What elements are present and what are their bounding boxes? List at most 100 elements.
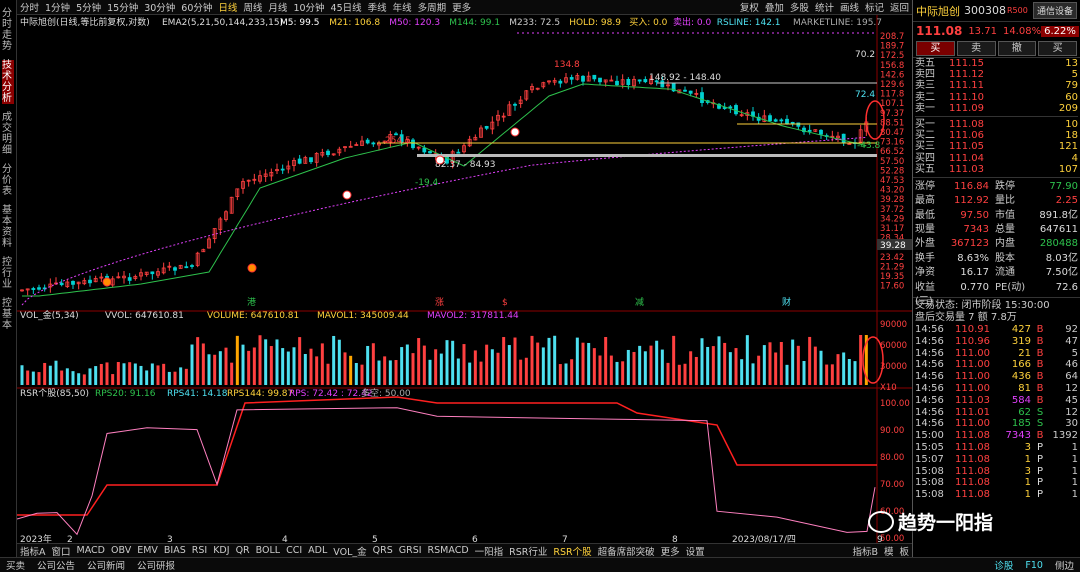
status-item-3[interactable]: 公司研报	[131, 558, 181, 572]
metric-row-1: 最高 112.92 量比 2.25	[913, 194, 1080, 208]
period-tab-14[interactable]: 更多	[449, 0, 474, 14]
tick-list[interactable]: 14:56 110.91 427 B 92 14:56 110.96 319 B 47 14:56 1…	[913, 324, 1080, 501]
rsr-axis-tick: 70.00	[880, 480, 904, 490]
indicator-tab-17[interactable]: RSR行业	[506, 544, 550, 558]
status-item-2[interactable]: 公司新闻	[81, 558, 131, 572]
indicator-tab-8[interactable]: QR	[233, 545, 253, 556]
period-tab-12[interactable]: 年线	[390, 0, 415, 14]
asks-row-3[interactable]: 卖二 111.10 60	[915, 92, 1078, 103]
indicator-tab-10[interactable]: CCI	[283, 545, 305, 556]
indicator-tab-16[interactable]: 一阳指	[472, 544, 507, 558]
tick-cell: 14:56	[915, 335, 944, 347]
bids-row-4[interactable]: 买五 111.03 107	[915, 164, 1078, 175]
toolbar-action-3[interactable]: 统计	[812, 0, 837, 14]
toolbar-action-1[interactable]: 叠加	[762, 0, 787, 14]
period-tab-8[interactable]: 月线	[265, 0, 290, 14]
toolbar-action-2[interactable]: 多股	[787, 0, 812, 14]
period-tab-7[interactable]: 周线	[240, 0, 265, 14]
asks-row-0[interactable]: 卖五 111.15 13	[915, 58, 1078, 69]
indicator-tab-2[interactable]: MACD	[74, 545, 108, 556]
asks-row-1[interactable]: 卖四 111.12 5	[915, 69, 1078, 80]
sector-button[interactable]: 通信设备	[1032, 2, 1077, 19]
stock-name[interactable]: 中际旭创	[916, 3, 960, 19]
status-item-4[interactable]: 诊股	[988, 558, 1019, 572]
asks-price: 111.15	[949, 58, 984, 69]
asks-volume: 79	[1065, 80, 1078, 92]
buy-button[interactable]: 买	[916, 41, 955, 56]
indicator-tab-18[interactable]: RSR个股	[550, 544, 594, 558]
toolbar-action-0[interactable]: 复权	[737, 0, 762, 14]
left-tab-1[interactable]: 技术分析	[2, 60, 14, 104]
indicator-right-2[interactable]: 板	[896, 544, 912, 558]
period-tab-13[interactable]: 多周期	[415, 0, 450, 14]
indicator-tab-1[interactable]: 窗口	[49, 544, 74, 558]
period-tab-0[interactable]: 分时	[17, 0, 42, 14]
period-tab-1[interactable]: 1分钟	[42, 0, 73, 14]
volume-bar	[536, 342, 540, 385]
left-tab-2[interactable]: 成交明细	[2, 112, 14, 156]
indicator-tab-19[interactable]: 超备席部突破	[595, 544, 658, 558]
left-tab-3[interactable]: 分价表	[2, 164, 14, 197]
indicator-tab-12[interactable]: VOL_金	[330, 544, 369, 558]
price-tick: 47.53	[880, 176, 904, 186]
indicator-tab-3[interactable]: OBV	[108, 545, 134, 556]
indicator-tab-13[interactable]: QRS	[370, 545, 396, 556]
status-item-1[interactable]: 公司公告	[31, 558, 81, 572]
mid-label: 254.5	[385, 136, 411, 146]
status-item-6[interactable]: 侧边	[1049, 558, 1080, 572]
x-axis-label: 9	[877, 535, 883, 543]
indicator-right-0[interactable]: 指标B	[849, 544, 881, 558]
period-tab-2[interactable]: 5分钟	[73, 0, 104, 14]
indicator-tab-14[interactable]: GRSI	[396, 545, 425, 556]
status-item-0[interactable]: 买卖	[0, 558, 31, 572]
sell-button[interactable]: 卖	[956, 41, 996, 56]
left-tab-0[interactable]: 分时走势	[2, 8, 14, 52]
chart-canvas[interactable]: 中际旭创(日线,等比前复权,对数) EMA2(5,21,50,144,233,15…	[17, 15, 912, 543]
period-tab-9[interactable]: 10分钟	[290, 0, 327, 14]
candle-body	[796, 122, 801, 127]
indicator-tab-6[interactable]: RSI	[189, 545, 210, 556]
indicator-tab-20[interactable]: 更多	[658, 544, 683, 558]
indicator-value: HOLD: 98.9	[569, 18, 621, 28]
indicator-tab-11[interactable]: ADL	[305, 545, 330, 556]
buy-button-2[interactable]: 买	[1038, 41, 1077, 56]
volume-bar	[286, 351, 290, 385]
indicator-tab-4[interactable]: EMV	[134, 545, 161, 556]
period-tab-5[interactable]: 60分钟	[178, 0, 215, 14]
period-tab-10[interactable]: 45日线	[328, 0, 365, 14]
asks-row-2[interactable]: 卖三 111.11 79	[915, 80, 1078, 91]
volume-bar	[269, 346, 273, 385]
bids-row-0[interactable]: 买一 111.08 10	[915, 119, 1078, 130]
candle-body	[326, 150, 330, 156]
asks-row-4[interactable]: 卖一 111.09 209	[915, 103, 1078, 114]
indicator-tab-5[interactable]: BIAS	[161, 545, 189, 556]
status-item-5[interactable]: F10	[1019, 560, 1049, 571]
toolbar-action-6[interactable]: 返回	[887, 0, 912, 14]
indicator-tab-9[interactable]: BOLL	[253, 545, 283, 556]
asks-label: 卖五	[915, 58, 935, 69]
tick-cell: 1	[1024, 453, 1031, 465]
indicator-right-1[interactable]: 模	[881, 544, 897, 558]
indicator-tab-7[interactable]: KDJ	[210, 545, 232, 556]
period-tab-11[interactable]: 季线	[365, 0, 390, 14]
cancel-button[interactable]: 撤	[997, 41, 1037, 56]
toolbar-action-4[interactable]: 画线	[837, 0, 862, 14]
left-tab-4[interactable]: 基本资料	[2, 205, 14, 249]
candle-body	[592, 74, 597, 80]
metric-value: 97.50	[960, 209, 989, 221]
volume-bar	[723, 342, 727, 385]
indicator-tab-15[interactable]: RSMACD	[425, 545, 472, 556]
price-change: 13.71	[968, 25, 997, 37]
period-tab-4[interactable]: 30分钟	[141, 0, 178, 14]
indicator-tab-21[interactable]: 设置	[683, 544, 708, 558]
indicator-tab-0[interactable]: 指标A	[17, 544, 49, 558]
toolbar-action-5[interactable]: 标记	[862, 0, 887, 14]
period-tab-6[interactable]: 日线	[215, 0, 240, 14]
left-tab-6[interactable]: 控基本	[2, 298, 14, 331]
bids-row-2[interactable]: 买三 111.05 121	[915, 141, 1078, 152]
bids-row-3[interactable]: 买四 111.04 4	[915, 153, 1078, 164]
left-tab-5[interactable]: 控行业	[2, 257, 14, 290]
chart-area[interactable]: 中际旭创(日线,等比前复权,对数) EMA2(5,21,50,144,233,15…	[17, 15, 912, 543]
period-tab-3[interactable]: 15分钟	[104, 0, 141, 14]
bids-row-1[interactable]: 买二 111.06 18	[915, 130, 1078, 141]
